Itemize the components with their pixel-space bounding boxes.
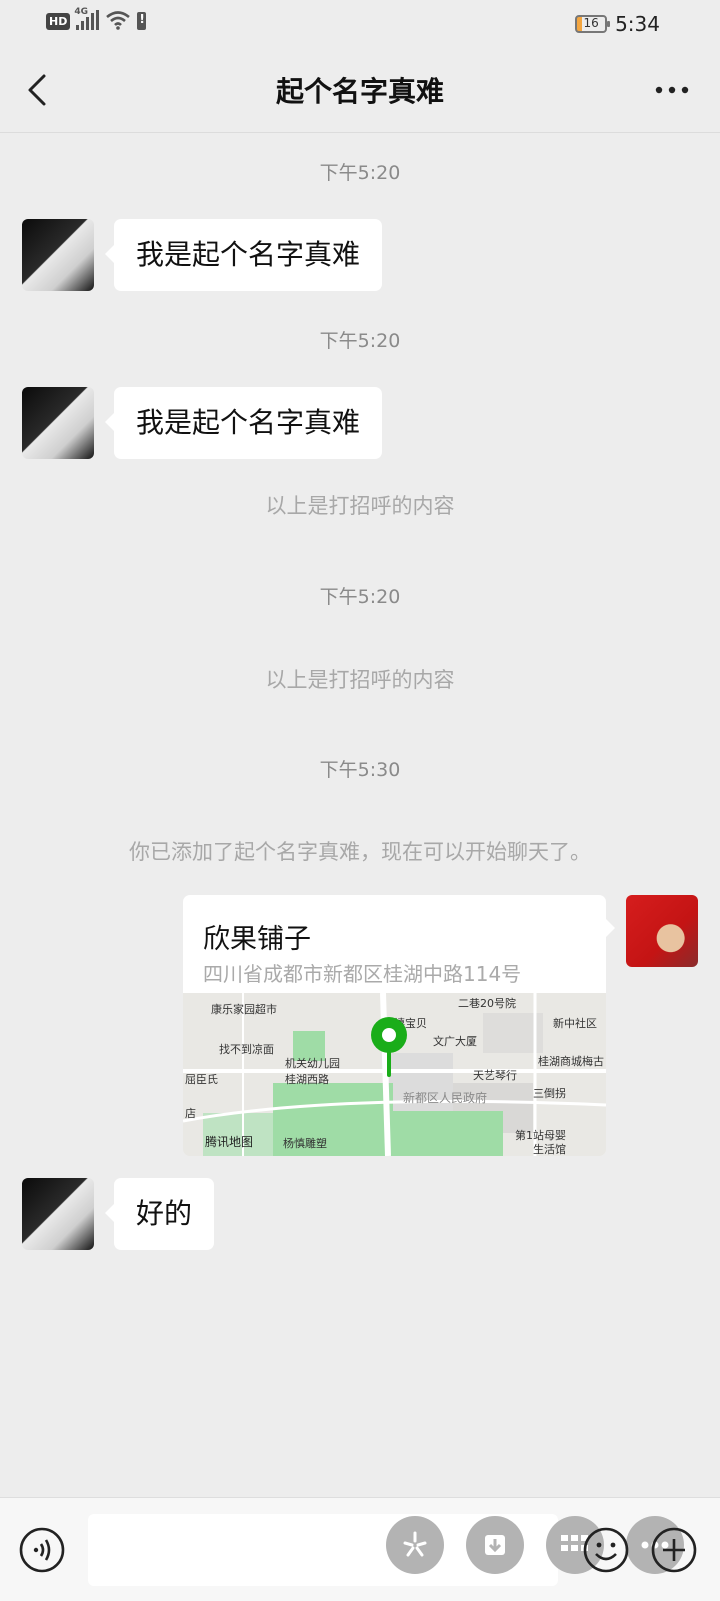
message-timestamp: 下午5:20 bbox=[319, 162, 401, 184]
cellular-signal-icon: 4G bbox=[74, 7, 100, 30]
location-name: 欣果铺子 bbox=[203, 924, 311, 955]
map-pin-icon bbox=[371, 1017, 407, 1077]
bubble-caret bbox=[606, 919, 615, 937]
download-action-icon[interactable] bbox=[466, 1516, 524, 1574]
map-label: 二巷20号院 bbox=[458, 997, 516, 1010]
hd-badge: HD bbox=[46, 13, 71, 30]
map-label: 天艺琴行 bbox=[473, 1069, 517, 1082]
battery-icon: 16 bbox=[575, 15, 611, 33]
message-timestamp: 下午5:30 bbox=[319, 759, 401, 781]
alert-icon bbox=[137, 12, 147, 30]
map-label: 桂湖西路 bbox=[285, 1073, 329, 1086]
map-thumbnail[interactable]: 康乐家园超市 二巷20号院 新中社区 千禧宝贝 文广大厦 找不到凉面 机关幼儿园… bbox=[183, 993, 606, 1156]
map-label: 杨慎雕塑 bbox=[283, 1137, 327, 1150]
more-options-icon[interactable] bbox=[652, 78, 692, 102]
location-address: 四川省成都市新都区桂湖中路114号 bbox=[203, 962, 522, 986]
map-label: 三倒拐 bbox=[533, 1087, 566, 1100]
map-label: 文广大厦 bbox=[433, 1035, 477, 1048]
chat-input-bar bbox=[0, 1497, 720, 1601]
status-time: 5:34 bbox=[615, 12, 660, 36]
map-attribution: 腾讯地图 bbox=[205, 1135, 254, 1149]
battery-level: 16 bbox=[583, 16, 599, 30]
location-message-card[interactable]: 欣果铺子 四川省成都市新都区桂湖中路114号 康乐家园超市 二巷20号院 新中社… bbox=[183, 895, 606, 1156]
map-label: 生活馆 bbox=[533, 1143, 566, 1156]
system-notice: 以上是打招呼的内容 bbox=[265, 494, 455, 518]
plus-icon[interactable] bbox=[650, 1526, 698, 1574]
sparkle-action-icon[interactable] bbox=[386, 1516, 444, 1574]
signal-label: 4G bbox=[74, 7, 88, 17]
incoming-message-bubble[interactable]: 我是起个名字真难 bbox=[104, 219, 383, 291]
contact-avatar[interactable] bbox=[22, 219, 94, 291]
contact-avatar[interactable] bbox=[22, 387, 94, 459]
incoming-message-bubble[interactable]: 好的 bbox=[104, 1178, 215, 1250]
map-label: 康乐家园超市 bbox=[211, 1003, 277, 1016]
message-timestamp: 下午5:20 bbox=[319, 586, 401, 608]
emoji-icon[interactable] bbox=[582, 1526, 630, 1574]
voice-input-icon[interactable] bbox=[18, 1526, 66, 1574]
map-label: 找不到凉面 bbox=[219, 1043, 274, 1056]
map-label: 店 bbox=[185, 1107, 196, 1120]
map-label: 机关幼儿园 bbox=[285, 1057, 340, 1070]
incoming-message-bubble[interactable]: 我是起个名字真难 bbox=[104, 387, 383, 459]
friend-added-notice: 你已添加了起个名字真难，现在可以开始聊天了。 bbox=[129, 840, 591, 864]
system-notice: 以上是打招呼的内容 bbox=[265, 668, 455, 692]
my-avatar[interactable] bbox=[626, 895, 698, 967]
wifi-icon bbox=[106, 11, 131, 30]
map-label: 新都区人民政府 bbox=[403, 1091, 488, 1105]
message-timestamp: 下午5:20 bbox=[319, 330, 401, 352]
contact-avatar[interactable] bbox=[22, 1178, 94, 1250]
map-label: 桂湖商城梅古 bbox=[538, 1055, 604, 1068]
map-label: 屈臣氏 bbox=[185, 1073, 218, 1086]
map-label: 新中社区 bbox=[553, 1017, 597, 1030]
chat-header: 起个名字真难 bbox=[0, 50, 720, 133]
status-bar: HD 4G 16 5:34 bbox=[0, 0, 720, 50]
chat-title: 起个名字真难 bbox=[275, 75, 444, 108]
